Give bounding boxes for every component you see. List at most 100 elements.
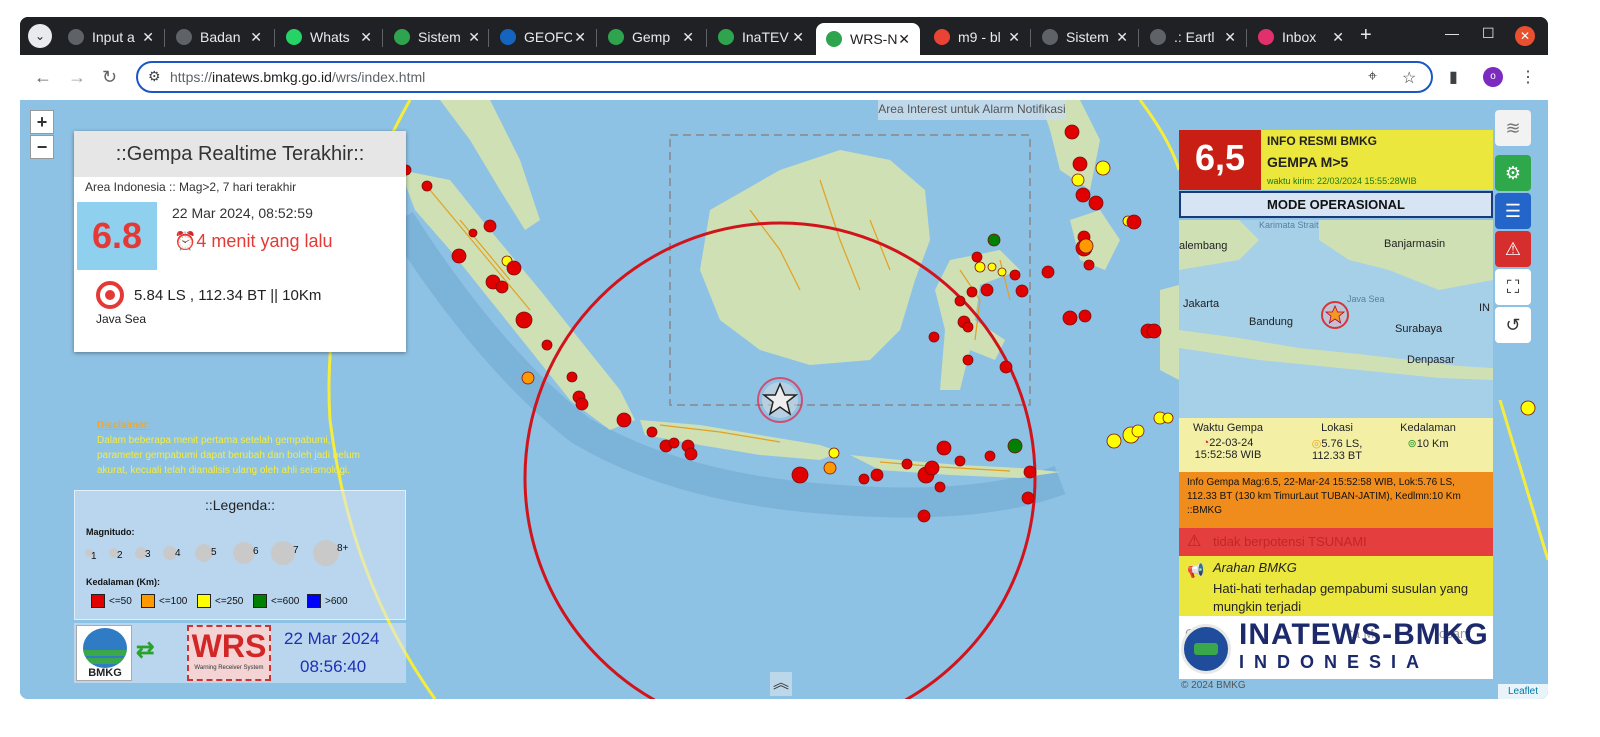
earthquake-marker[interactable] bbox=[1064, 124, 1080, 140]
earthquake-marker[interactable] bbox=[668, 437, 680, 449]
tab-close-icon[interactable]: ✕ bbox=[792, 29, 804, 46]
earthquake-marker[interactable] bbox=[616, 412, 632, 428]
earthquake-marker[interactable] bbox=[934, 481, 946, 493]
earthquake-marker[interactable] bbox=[962, 354, 974, 366]
zoom-in-button[interactable]: + bbox=[30, 110, 54, 134]
tab-6[interactable]: Gemp ✕ bbox=[598, 23, 704, 51]
tab-11[interactable]: .: Eartl ✕ bbox=[1140, 23, 1246, 51]
earthquake-marker[interactable] bbox=[1021, 491, 1035, 505]
earthquake-marker[interactable] bbox=[1062, 310, 1078, 326]
earthquake-marker[interactable] bbox=[1126, 214, 1142, 230]
earthquake-marker[interactable] bbox=[1088, 195, 1104, 211]
earthquake-marker[interactable] bbox=[858, 473, 870, 485]
tab-close-icon[interactable]: ✕ bbox=[468, 29, 480, 46]
earthquake-marker[interactable] bbox=[1131, 424, 1145, 438]
minimize-icon[interactable]: — bbox=[1445, 25, 1459, 41]
earthquake-marker[interactable] bbox=[928, 331, 940, 343]
earthquake-marker[interactable] bbox=[483, 219, 497, 233]
earthquake-marker[interactable] bbox=[997, 267, 1007, 277]
map-view[interactable]: + − Area Interest untuk Alarm Notifikasi… bbox=[20, 100, 1548, 699]
tab-8[interactable]: WRS-N ✕ bbox=[816, 23, 920, 55]
earthquake-marker[interactable] bbox=[646, 426, 658, 438]
tab-3[interactable]: Whats ✕ bbox=[276, 23, 382, 51]
alert-icon[interactable]: ⚠ bbox=[1495, 231, 1531, 267]
earthquake-marker[interactable] bbox=[870, 468, 884, 482]
earthquake-marker[interactable] bbox=[936, 440, 952, 456]
earthquake-marker[interactable] bbox=[684, 447, 698, 461]
earthquake-marker[interactable] bbox=[984, 450, 996, 462]
earthquake-marker[interactable] bbox=[791, 466, 809, 484]
side-panel-icon[interactable]: ▮ bbox=[1449, 67, 1458, 87]
location-icon[interactable]: ⌖ bbox=[1368, 68, 1377, 86]
refresh-icon[interactable]: ↺ bbox=[1495, 307, 1531, 343]
expand-up-icon[interactable]: ︽ bbox=[770, 672, 792, 696]
tab-1[interactable]: Input a ✕ bbox=[58, 23, 164, 51]
maximize-icon[interactable]: ☐ bbox=[1482, 25, 1495, 42]
list-icon[interactable]: ☰ bbox=[1495, 193, 1531, 229]
earthquake-marker[interactable] bbox=[974, 261, 986, 273]
earthquake-marker[interactable] bbox=[999, 360, 1013, 374]
earthquake-marker[interactable] bbox=[901, 458, 913, 470]
tab-2[interactable]: Badan ✕ bbox=[166, 23, 272, 51]
profile-avatar[interactable]: o bbox=[1483, 67, 1503, 87]
earthquake-marker[interactable] bbox=[566, 371, 578, 383]
earthquake-marker[interactable] bbox=[1023, 465, 1037, 479]
settings-gear-icon[interactable]: ⚙ bbox=[1495, 155, 1531, 191]
forward-icon[interactable]: → bbox=[68, 67, 86, 88]
close-window-icon[interactable]: ✕ bbox=[1515, 26, 1535, 46]
earthquake-marker[interactable] bbox=[1095, 160, 1111, 176]
tab-close-icon[interactable]: ✕ bbox=[898, 31, 910, 48]
earthquake-marker[interactable] bbox=[954, 455, 966, 467]
earthquake-marker[interactable] bbox=[421, 180, 433, 192]
tab-12[interactable]: Inbox ✕ bbox=[1248, 23, 1354, 51]
mini-map[interactable]: Karimata Strait alembang Banjarmasin Jakart… bbox=[1179, 220, 1493, 418]
earthquake-marker[interactable] bbox=[980, 283, 994, 297]
earthquake-marker[interactable] bbox=[1075, 187, 1091, 203]
earthquake-marker[interactable] bbox=[1078, 309, 1092, 323]
tab-close-icon[interactable]: ✕ bbox=[250, 29, 262, 46]
url-text[interactable]: https://inatews.bmkg.go.id/wrs/index.htm… bbox=[170, 69, 425, 85]
tab-close-icon[interactable]: ✕ bbox=[682, 29, 694, 46]
earthquake-marker[interactable] bbox=[1009, 269, 1021, 281]
earthquake-marker[interactable] bbox=[1007, 438, 1023, 454]
earthquake-marker[interactable] bbox=[1071, 173, 1085, 187]
earthquake-marker[interactable] bbox=[1520, 400, 1536, 416]
tab-4[interactable]: Sistem ✕ bbox=[384, 23, 490, 51]
tab-close-icon[interactable]: ✕ bbox=[360, 29, 372, 46]
tab-7[interactable]: InaTEV ✕ bbox=[708, 23, 814, 51]
earthquake-marker[interactable] bbox=[515, 311, 533, 329]
earthquake-marker[interactable] bbox=[521, 371, 535, 385]
earthquake-marker[interactable] bbox=[1015, 284, 1029, 298]
earthquake-marker[interactable] bbox=[962, 321, 974, 333]
leaflet-attribution[interactable]: Leaflet bbox=[1498, 684, 1548, 699]
tab-close-icon[interactable]: ✕ bbox=[142, 29, 154, 46]
earthquake-marker[interactable] bbox=[1078, 238, 1094, 254]
earthquake-marker[interactable] bbox=[971, 251, 983, 263]
earthquake-marker[interactable] bbox=[1106, 433, 1122, 449]
earthquake-marker[interactable] bbox=[966, 286, 978, 298]
tab-close-icon[interactable]: ✕ bbox=[1008, 29, 1020, 46]
earthquake-marker[interactable] bbox=[1072, 156, 1088, 172]
fullscreen-icon[interactable]: ⛶ bbox=[1495, 269, 1531, 305]
earthquake-marker[interactable] bbox=[924, 460, 940, 476]
zoom-out-button[interactable]: − bbox=[30, 135, 54, 159]
earthquake-marker[interactable] bbox=[541, 339, 553, 351]
earthquake-marker[interactable] bbox=[506, 260, 522, 276]
earthquake-marker[interactable] bbox=[917, 509, 931, 523]
address-bar[interactable]: ⚙ https://inatews.bmkg.go.id/wrs/index.h… bbox=[136, 61, 1433, 93]
earthquake-marker[interactable] bbox=[987, 233, 1001, 247]
reload-icon[interactable]: ↻ bbox=[102, 67, 117, 88]
back-icon[interactable]: ← bbox=[34, 67, 52, 88]
earthquake-marker[interactable] bbox=[468, 228, 478, 238]
earthquake-marker[interactable] bbox=[1083, 259, 1095, 271]
earthquake-marker[interactable] bbox=[1162, 412, 1174, 424]
earthquake-marker[interactable] bbox=[823, 461, 837, 475]
tab-search-icon[interactable]: ⌄ bbox=[28, 24, 52, 48]
tab-10[interactable]: Sistem ✕ bbox=[1032, 23, 1138, 51]
tab-5[interactable]: GEOFC ✕ bbox=[490, 23, 596, 51]
earthquake-marker[interactable] bbox=[987, 262, 997, 272]
layers-icon[interactable]: ≋ bbox=[1495, 110, 1531, 146]
bookmark-star-icon[interactable]: ☆ bbox=[1402, 68, 1416, 88]
tab-close-icon[interactable]: ✕ bbox=[1224, 29, 1236, 46]
tab-close-icon[interactable]: ✕ bbox=[1116, 29, 1128, 46]
